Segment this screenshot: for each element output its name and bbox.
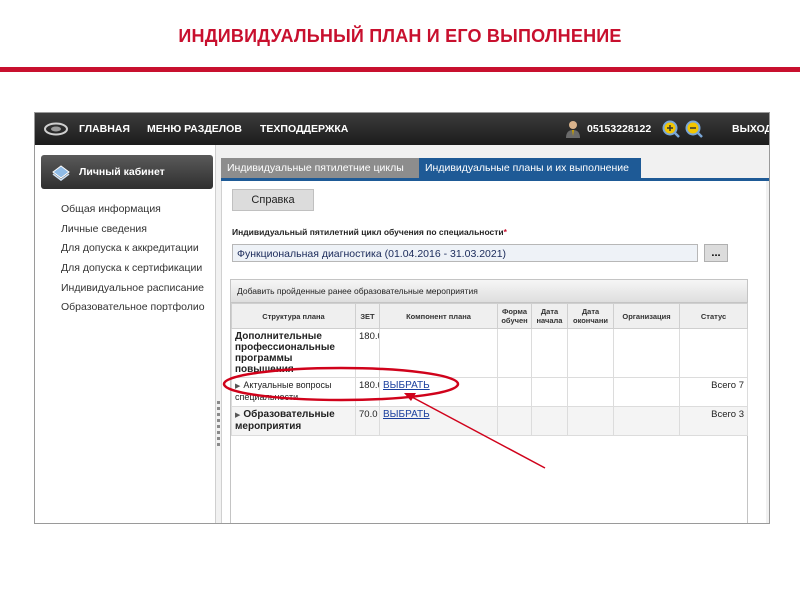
sidebar-item-general-info[interactable]: Общая информация: [61, 203, 205, 223]
col-header-start-date[interactable]: Дата начала: [531, 303, 568, 329]
zoom-in-icon[interactable]: [662, 120, 680, 138]
briefcase-icon: [52, 165, 70, 181]
cycle-picker-button[interactable]: ...: [704, 244, 728, 262]
table-row: Дополнительные профессиональные программ…: [231, 328, 748, 378]
table-row[interactable]: ▶ Образовательные мероприятия 70.0 ВЫБРАТ…: [231, 406, 748, 436]
col-header-form[interactable]: Форма обучен: [497, 303, 532, 329]
top-nav-bar: ГЛАВНАЯ МЕНЮ РАЗДЕЛОВ ТЕХПОДДЕРЖКА 05153…: [35, 113, 769, 145]
sidebar-item-personal-details[interactable]: Личные сведения: [61, 223, 205, 243]
table-row[interactable]: ▶Актуальные вопросы специальности 180.0 …: [231, 377, 748, 407]
expand-arrow-icon[interactable]: ▶: [235, 412, 240, 419]
nav-sections-menu[interactable]: МЕНЮ РАЗДЕЛОВ: [147, 123, 242, 135]
expand-arrow-icon[interactable]: ▶: [235, 383, 240, 390]
status-cell: Всего 7: [679, 377, 748, 407]
user-icon[interactable]: [565, 120, 581, 138]
col-header-component[interactable]: Компонент плана: [379, 303, 498, 329]
zoom-out-icon[interactable]: [685, 120, 703, 138]
plan-panel: Справка Индивидуальный пятилетний цикл о…: [221, 181, 766, 523]
status-cell: [679, 328, 748, 378]
slide-title: ИНДИВИДУАЛЬНЫЙ ПЛАН И ЕГО ВЫПОЛНЕНИЕ: [178, 26, 622, 46]
tab-individual-plans[interactable]: Индивидуальные планы и их выполнение: [419, 158, 641, 178]
add-completed-events-link[interactable]: Добавить пройденные ранее образовательны…: [231, 280, 747, 303]
title-divider: [0, 67, 800, 72]
col-header-structure[interactable]: Структура плана: [231, 303, 356, 329]
plan-structure-cell: ▶ Образовательные мероприятия: [231, 406, 356, 436]
sidebar-item-certification[interactable]: Для допуска к сертификации: [61, 262, 205, 282]
sidebar-item-schedule[interactable]: Индивидуальное расписание: [61, 282, 205, 302]
plan-structure-cell: Дополнительные профессиональные программ…: [231, 328, 356, 378]
cycle-label-text: Индивидуальный пятилетний цикл обучения …: [232, 227, 504, 237]
required-marker: *: [503, 227, 507, 237]
sidebar: Личный кабинет Общая информация Личные с…: [35, 145, 220, 523]
help-button[interactable]: Справка: [232, 189, 314, 211]
choose-link[interactable]: ВЫБРАТЬ: [383, 409, 430, 420]
sidebar-menu: Общая информация Личные сведения Для доп…: [61, 203, 205, 321]
component-cell: [379, 328, 498, 378]
col-header-zet[interactable]: ЗЕТ: [355, 303, 380, 329]
logo-icon[interactable]: [43, 121, 69, 137]
zet-cell: 180.0: [355, 377, 380, 407]
zet-cell: 70.0: [355, 406, 380, 436]
component-cell: ВЫБРАТЬ: [379, 406, 498, 436]
plan-grid: Добавить пройденные ранее образовательны…: [230, 279, 748, 523]
col-header-organization[interactable]: Организация: [613, 303, 680, 329]
user-id: 05153228122: [587, 123, 652, 135]
choose-link[interactable]: ВЫБРАТЬ: [383, 380, 430, 391]
cycle-select-field[interactable]: Функциональная диагностика (01.04.2016 -…: [232, 244, 698, 262]
personal-cabinet-header[interactable]: Личный кабинет: [41, 155, 213, 189]
plan-item-name: Образовательные мероприятия: [235, 409, 335, 432]
logout-button[interactable]: ВЫХОД: [732, 123, 769, 135]
cycle-field-label: Индивидуальный пятилетний цикл обучения …: [232, 227, 507, 237]
col-header-end-date[interactable]: Дата окончани: [567, 303, 614, 329]
tab-five-year-cycles[interactable]: Индивидуальные пятилетние циклы: [221, 158, 419, 178]
nav-support[interactable]: ТЕХПОДДЕРЖКА: [260, 123, 348, 135]
nav-home[interactable]: ГЛАВНАЯ: [79, 123, 130, 135]
zet-cell: 180.0: [355, 328, 380, 378]
status-cell: Всего 3: [679, 406, 748, 436]
col-header-status[interactable]: Статус: [679, 303, 748, 329]
plan-structure-cell: ▶ Актуальные вопросы специальности: [231, 377, 356, 407]
portal-screenshot: ГЛАВНАЯ МЕНЮ РАЗДЕЛОВ ТЕХПОДДЕРЖКА 05153…: [34, 112, 770, 524]
sidebar-item-portfolio[interactable]: Образовательное портфолио: [61, 301, 205, 321]
component-cell: ВЫБРАТЬ: [379, 377, 498, 407]
plan-table: Структура плана ЗЕТ Компонент плана Форм…: [231, 303, 748, 436]
personal-cabinet-title: Личный кабинет: [79, 166, 165, 178]
sidebar-item-accreditation[interactable]: Для допуска к аккредитации: [61, 242, 205, 262]
plan-item-name: Актуальные вопросы специальности: [235, 380, 332, 402]
